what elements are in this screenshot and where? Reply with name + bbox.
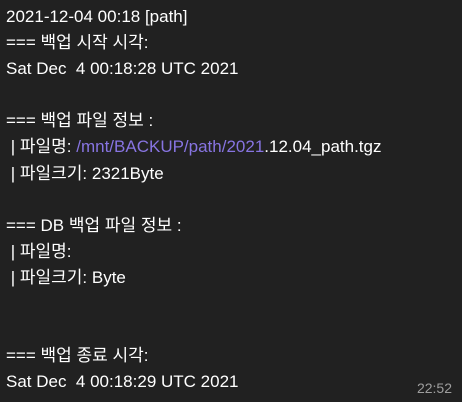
message-bubble: 2021-12-04 00:18 [path] === 백업 시작 시각: Sa… <box>6 4 382 395</box>
message-line: === 백업 파일 정보 : <box>6 111 154 131</box>
message-line: === 백업 시작 시각: <box>6 33 149 53</box>
message-time: 22:52 <box>416 380 452 396</box>
message-line: 2021-12-04 00:18 [path] <box>6 7 188 26</box>
file-name-label: | 파일명: <box>6 137 77 157</box>
message-line: === DB 백업 파일 정보 : <box>6 215 182 235</box>
message-line: | 파일명: <box>6 241 72 261</box>
message-line <box>6 317 382 343</box>
message-line: === 백업 종료 시각: <box>6 346 149 366</box>
message-line: Sat Dec 4 00:18:29 UTC 2021 <box>6 372 239 392</box>
message-line: | 파일크기: 2321Byte <box>6 163 164 183</box>
file-path-link[interactable]: /mnt/BACKUP/path/2021 <box>76 137 264 156</box>
file-name-line: | 파일명: /mnt/BACKUP/path/2021.12.04_path.… <box>6 134 382 160</box>
message-line <box>6 291 382 317</box>
file-name-suffix: .12.04_path.tgz <box>264 137 382 157</box>
message-line: Sat Dec 4 00:18:28 UTC 2021 <box>6 59 239 79</box>
message-line <box>6 187 382 213</box>
message-line: | 파일크기: Byte <box>6 267 126 287</box>
message-line <box>6 82 382 108</box>
